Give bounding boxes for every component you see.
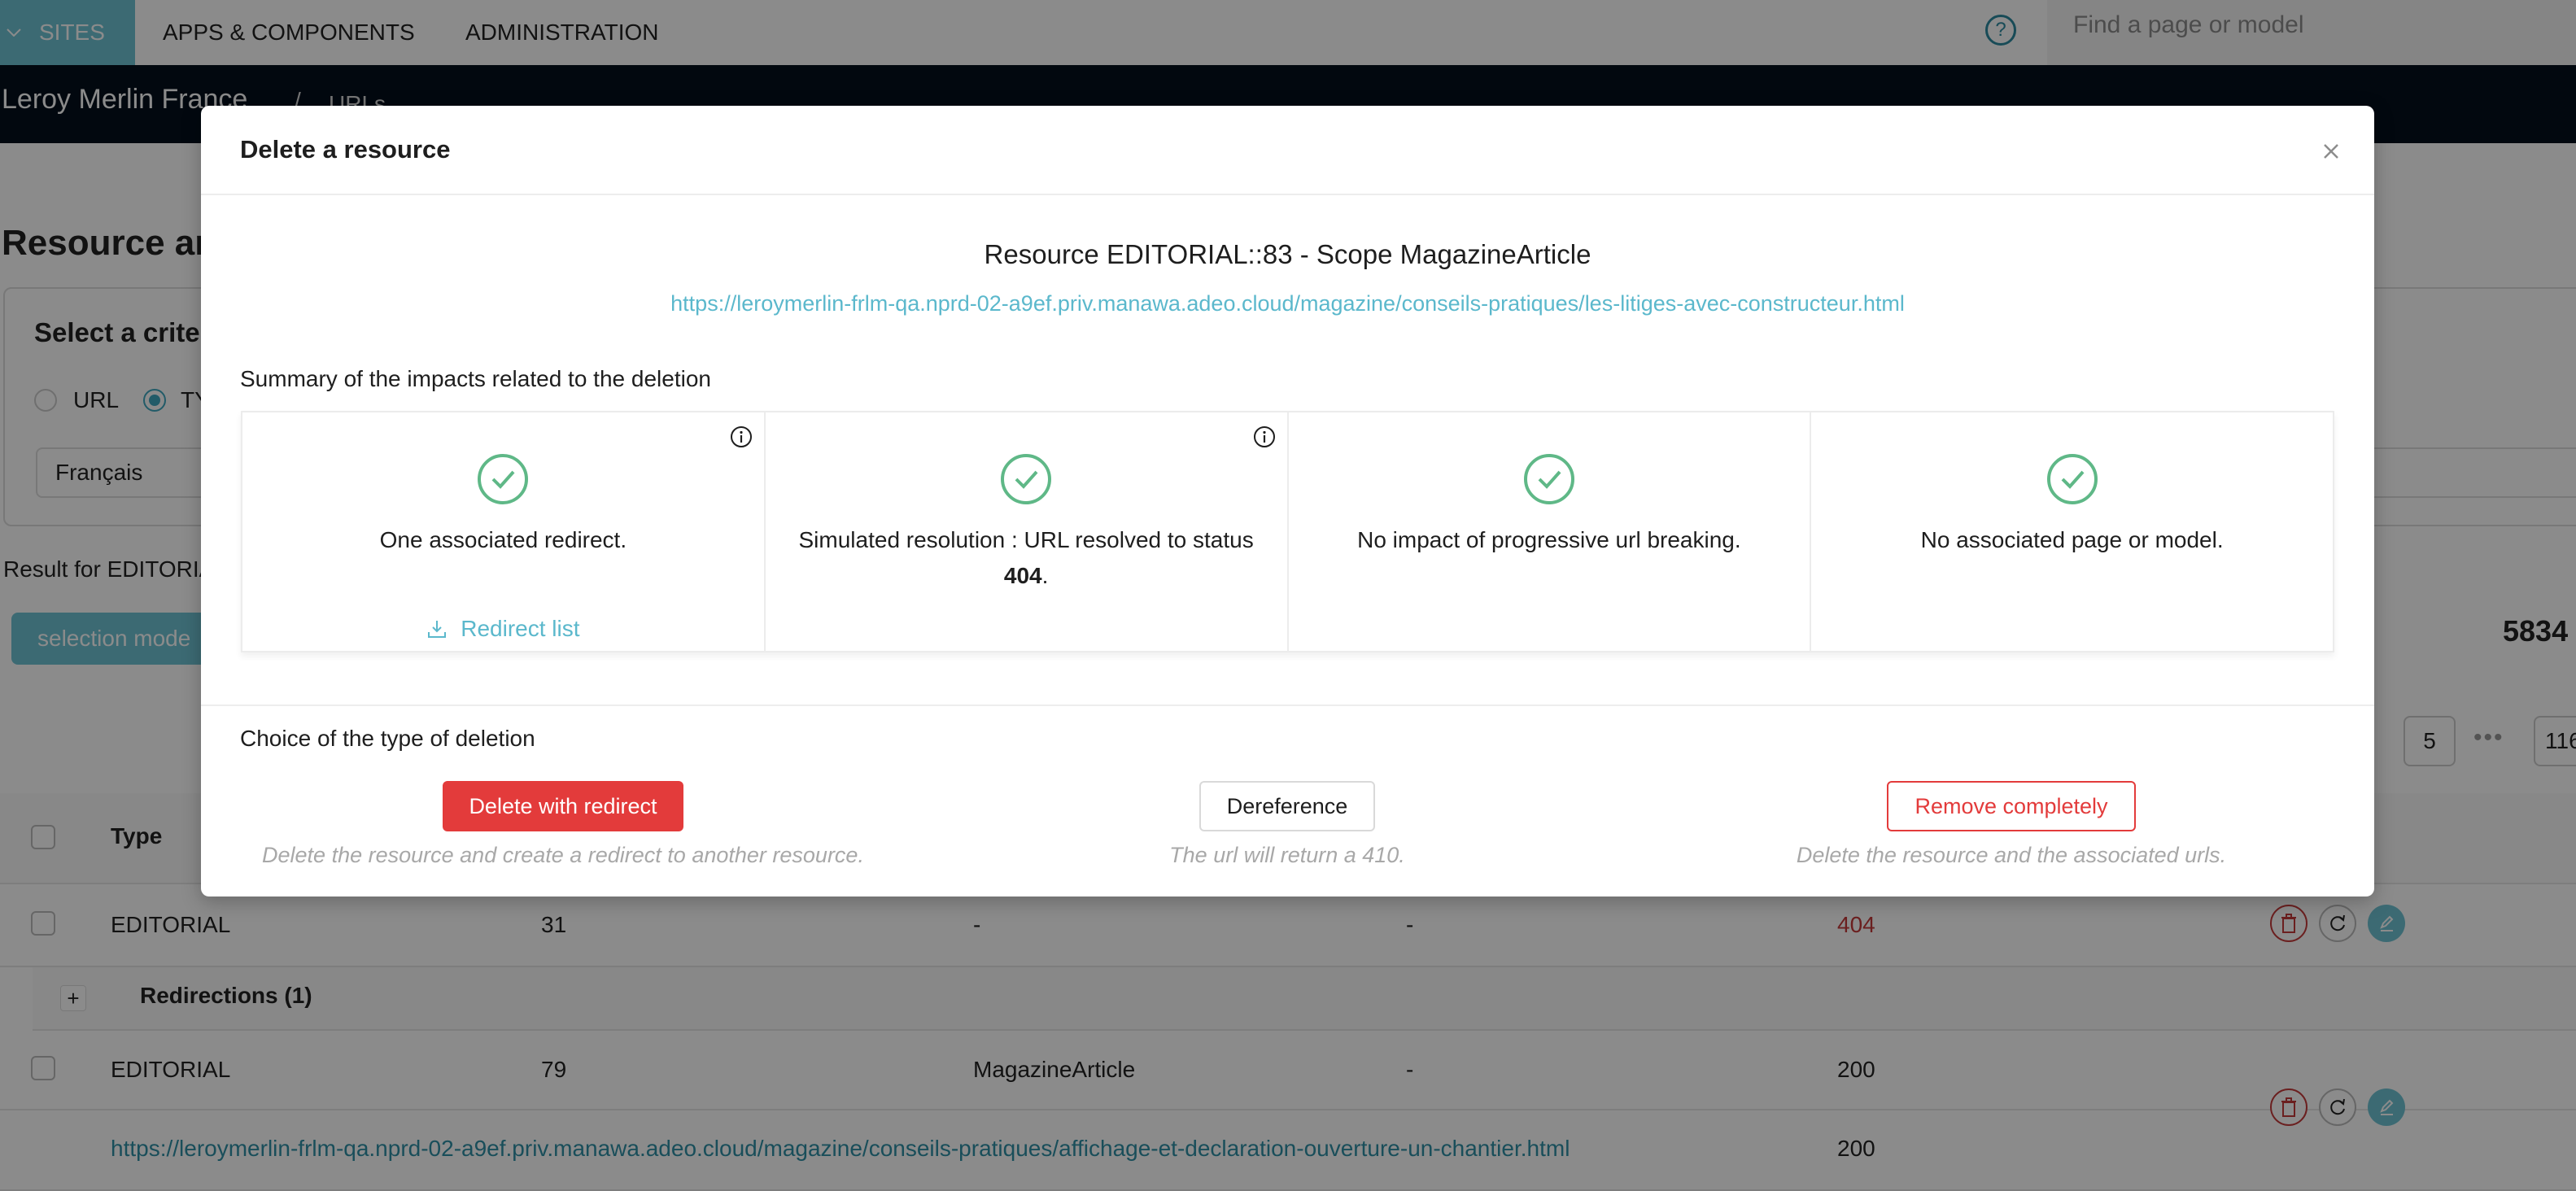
choice-label: Choice of the type of deletion xyxy=(240,726,535,751)
impact-card-resolution: Simulated resolution : URL resolved to s… xyxy=(766,412,1289,651)
check-circle-icon xyxy=(1001,454,1052,504)
info-icon[interactable] xyxy=(730,425,753,448)
summary-label: Summary of the impacts related to the de… xyxy=(240,366,711,391)
choice-delete-with-redirect: Delete with redirect Delete the resource… xyxy=(201,781,925,868)
modal-title: Delete a resource xyxy=(240,135,451,164)
choice-hint: Delete the resource and create a redirec… xyxy=(262,843,864,867)
choice-hint: Delete the resource and the associated u… xyxy=(1796,843,2227,867)
download-icon xyxy=(428,621,447,638)
impact-text-suffix: . xyxy=(1041,563,1049,588)
modal-header-divider xyxy=(201,194,2374,195)
redirect-list-link[interactable]: Redirect list xyxy=(242,616,764,642)
check-circle-icon xyxy=(478,454,529,504)
impact-card-redirects: One associated redirect. Redirect list xyxy=(242,412,766,651)
impact-text: No impact of progressive url breaking. xyxy=(1357,527,1741,552)
choice-dereference: Dereference The url will return a 410. xyxy=(925,781,1649,868)
impact-summary: One associated redirect. Redirect list S… xyxy=(241,411,2334,652)
remove-completely-button[interactable]: Remove completely xyxy=(1887,781,2136,831)
check-circle-icon xyxy=(2046,454,2098,504)
choice-remove-completely: Remove completely Delete the resource an… xyxy=(1649,781,2373,868)
resource-url-link: https://leroymerlin-frlm-qa.nprd-02-a9ef… xyxy=(201,291,2374,316)
impact-card-pages: No associated page or model. xyxy=(1811,412,2333,651)
info-icon[interactable] xyxy=(1253,425,1276,448)
impact-text-prefix: Simulated resolution : URL resolved to s… xyxy=(798,527,1254,552)
impact-text: No associated page or model. xyxy=(1920,527,2224,552)
resource-url[interactable]: https://leroymerlin-frlm-qa.nprd-02-a9ef… xyxy=(670,291,1905,316)
impact-status-code: 404 xyxy=(1003,563,1042,588)
modal-section-divider xyxy=(201,705,2374,706)
dereference-button[interactable]: Dereference xyxy=(1198,781,1376,831)
delete-resource-modal: Delete a resource Resource EDITORIAL::83… xyxy=(201,106,2374,897)
choice-hint: The url will return a 410. xyxy=(1169,843,1405,867)
impact-text: One associated redirect. xyxy=(379,527,627,552)
impact-card-url-breaking: No impact of progressive url breaking. xyxy=(1289,412,1812,651)
impact-text: Simulated resolution : URL resolved to s… xyxy=(790,522,1263,594)
close-icon[interactable] xyxy=(2316,137,2346,166)
check-circle-icon xyxy=(1523,454,1574,504)
delete-with-redirect-button[interactable]: Delete with redirect xyxy=(443,781,683,831)
resource-title: Resource EDITORIAL::83 - Scope MagazineA… xyxy=(984,239,1591,269)
redirect-list-label: Redirect list xyxy=(461,616,580,641)
